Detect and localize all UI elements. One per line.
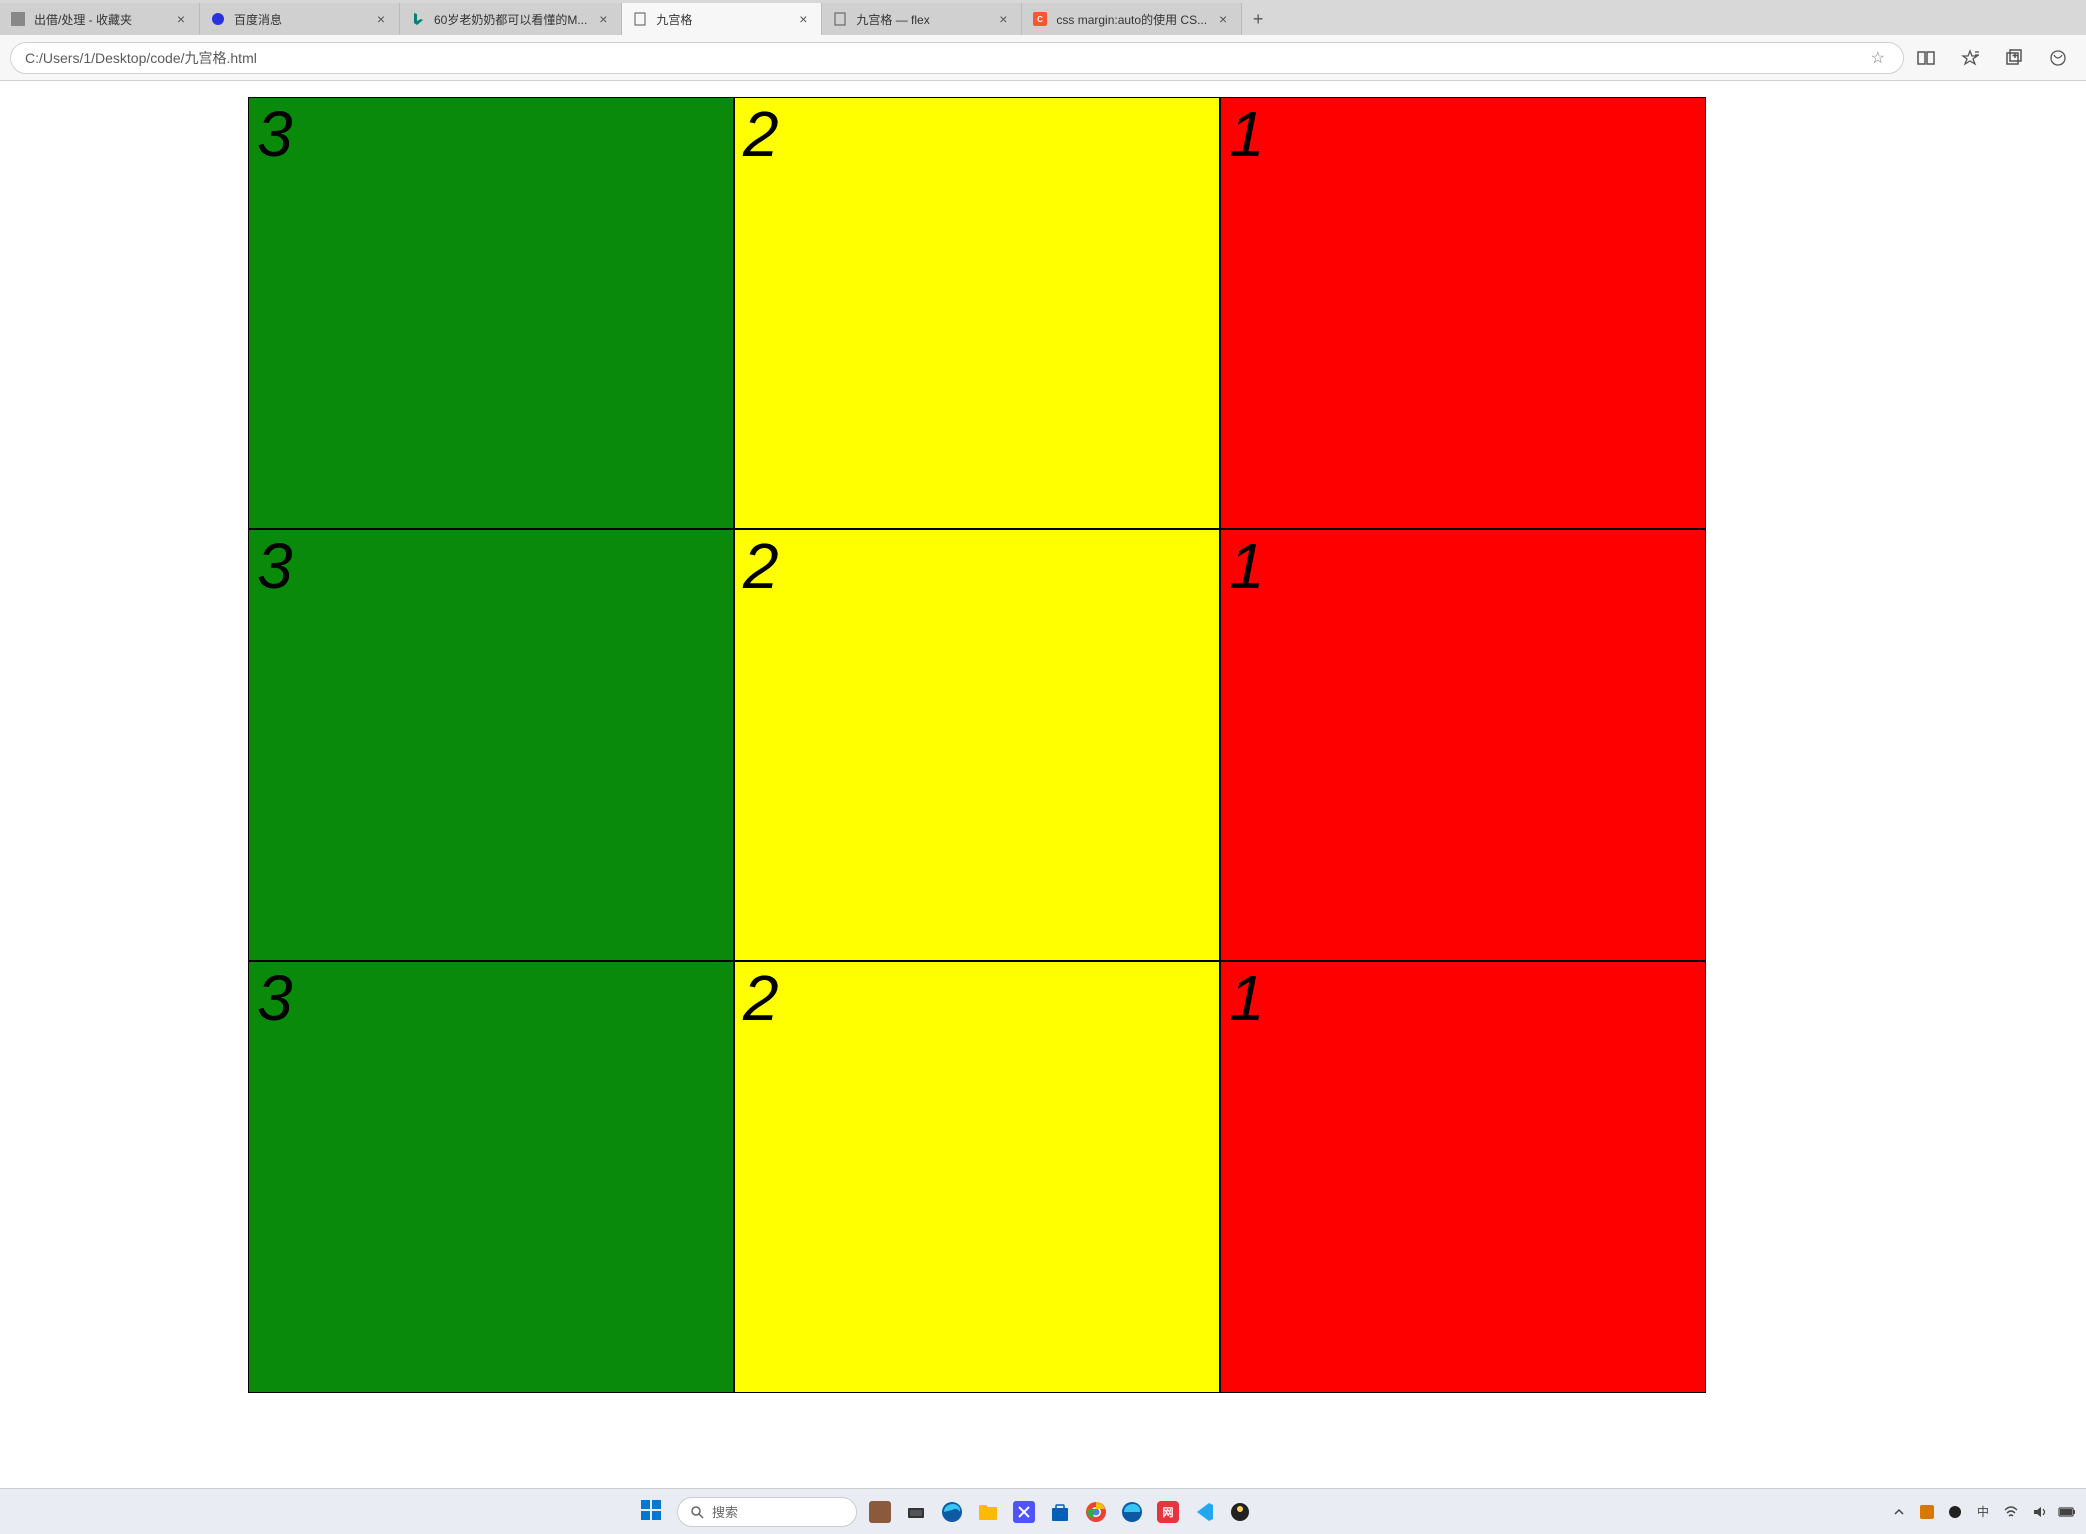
cell-label: 1 — [1229, 98, 1265, 170]
search-placeholder: 搜索 — [712, 1502, 738, 1521]
page-content: 3 2 1 3 2 1 3 2 1 — [0, 81, 2086, 1488]
system-tray: 中 — [1890, 1503, 2076, 1521]
taskbar-search[interactable]: 搜索 — [677, 1497, 857, 1527]
bing-favicon-icon — [410, 11, 426, 27]
split-screen-icon[interactable] — [1916, 48, 1936, 68]
battery-icon[interactable] — [2058, 1503, 2076, 1521]
grid-cell: 1 — [1220, 961, 1706, 1393]
grid-cell: 2 — [734, 529, 1220, 961]
microsoft-store-icon[interactable] — [1047, 1499, 1073, 1525]
browser-tab-strip: 出借/处理 - 收藏夹 × 百度消息 × 60岁老奶奶都可以看懂的M... × … — [0, 0, 2086, 35]
grid-cell: 1 — [1220, 529, 1706, 961]
grid-row: 3 2 1 — [248, 529, 1706, 961]
browser-tab-active[interactable]: 九宫格 × — [622, 3, 822, 35]
tab-title: 九宫格 — [656, 11, 787, 28]
browser-tab[interactable]: 百度消息 × — [200, 3, 400, 35]
grid-row: 3 2 1 — [248, 97, 1706, 529]
svg-text:网: 网 — [1163, 1506, 1174, 1519]
tab-title: 出借/处理 - 收藏夹 — [34, 11, 165, 28]
cell-label: 3 — [257, 98, 293, 170]
cell-label: 1 — [1229, 962, 1265, 1034]
wifi-icon[interactable] — [2002, 1503, 2020, 1521]
search-icon — [690, 1505, 704, 1519]
windows-taskbar: 搜索 网 中 — [0, 1488, 2086, 1534]
grid-cell: 3 — [248, 961, 734, 1393]
toolbar-icons — [1916, 48, 2076, 68]
tab-favicon-icon — [10, 11, 26, 27]
browser-tab[interactable]: 出借/处理 - 收藏夹 × — [0, 3, 200, 35]
grid-cell: 2 — [734, 97, 1220, 529]
chrome-icon[interactable] — [1083, 1499, 1109, 1525]
grid-cell: 3 — [248, 529, 734, 961]
collections-icon[interactable] — [2004, 48, 2024, 68]
tray-app-icon[interactable] — [1946, 1503, 1964, 1521]
url-text: C:/Users/1/Desktop/code/九宫格.html — [25, 48, 1867, 68]
new-tab-button[interactable]: + — [1242, 3, 1274, 35]
cell-label: 2 — [743, 962, 779, 1034]
cell-label: 3 — [257, 962, 293, 1034]
nine-grid: 3 2 1 3 2 1 3 2 1 — [248, 97, 1706, 1393]
taskbar-app-icon[interactable]: 网 — [1155, 1499, 1181, 1525]
taskbar-app-icon[interactable] — [867, 1499, 893, 1525]
cell-label: 2 — [743, 530, 779, 602]
grid-cell: 2 — [734, 961, 1220, 1393]
favorites-icon[interactable] — [1960, 48, 1980, 68]
tab-title: css margin:auto的使用 CS... — [1056, 11, 1207, 28]
tab-title: 九宫格 — flex — [856, 11, 987, 28]
tab-close-icon[interactable]: × — [373, 11, 389, 27]
favorite-star-icon[interactable]: ☆ — [1867, 48, 1889, 68]
tab-title: 百度消息 — [234, 11, 365, 28]
tab-close-icon[interactable]: × — [795, 11, 811, 27]
grid-row: 3 2 1 — [248, 961, 1706, 1393]
svg-text:C: C — [1037, 15, 1043, 24]
taskbar-center: 搜索 网 — [10, 1497, 1882, 1527]
grid-cell: 1 — [1220, 97, 1706, 529]
file-favicon-icon — [632, 11, 648, 27]
tab-close-icon[interactable]: × — [995, 11, 1011, 27]
browser-tab[interactable]: 60岁老奶奶都可以看懂的M... × — [400, 3, 622, 35]
browser-tab[interactable]: 九宫格 — flex × — [822, 3, 1022, 35]
tab-close-icon[interactable]: × — [173, 11, 189, 27]
cell-label: 3 — [257, 530, 293, 602]
ime-icon[interactable]: 中 — [1974, 1503, 1992, 1521]
tab-close-icon[interactable]: × — [1215, 11, 1231, 27]
file-explorer-icon[interactable] — [975, 1499, 1001, 1525]
tray-app-icon[interactable] — [1918, 1503, 1936, 1521]
grid-cell: 3 — [248, 97, 734, 529]
file-favicon-icon — [832, 11, 848, 27]
taskbar-app-icon[interactable] — [1011, 1499, 1037, 1525]
volume-icon[interactable] — [2030, 1503, 2048, 1521]
taskbar-app-icon[interactable] — [1227, 1499, 1253, 1525]
vscode-icon[interactable] — [1191, 1499, 1217, 1525]
tab-close-icon[interactable]: × — [595, 11, 611, 27]
browser-essentials-icon[interactable] — [2048, 48, 2068, 68]
baidu-favicon-icon — [210, 11, 226, 27]
taskbar-app-icon[interactable] — [903, 1499, 929, 1525]
tab-title: 60岁老奶奶都可以看懂的M... — [434, 11, 587, 28]
cell-label: 2 — [743, 98, 779, 170]
browser-tab[interactable]: C css margin:auto的使用 CS... × — [1022, 3, 1242, 35]
edge-icon[interactable] — [1119, 1499, 1145, 1525]
edge-icon[interactable] — [939, 1499, 965, 1525]
chevron-up-icon[interactable] — [1890, 1503, 1908, 1521]
url-input[interactable]: C:/Users/1/Desktop/code/九宫格.html ☆ — [10, 42, 1904, 74]
start-button-icon[interactable] — [639, 1498, 667, 1526]
cell-label: 1 — [1229, 530, 1265, 602]
address-bar: C:/Users/1/Desktop/code/九宫格.html ☆ — [0, 35, 2086, 81]
csdn-favicon-icon: C — [1032, 11, 1048, 27]
